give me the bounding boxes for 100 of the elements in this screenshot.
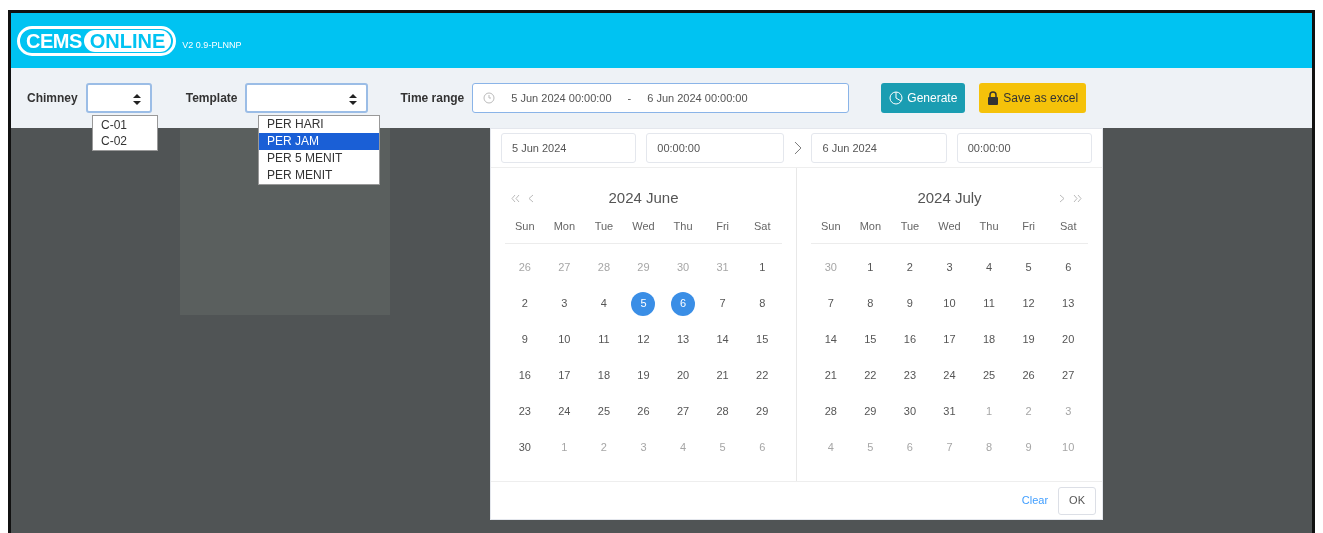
weekday-label: Thu [978,219,1000,234]
version-label: V2 0.9-PLNNP [182,38,242,52]
calendar-day[interactable]: 12 [1016,291,1041,316]
calendar-day[interactable]: 24 [552,399,577,424]
month-title: 2024 June [608,187,679,208]
calendar-day[interactable]: 14 [710,327,735,352]
calendar-day[interactable]: 9 [512,327,537,352]
dropdown-option[interactable]: PER HARI [259,116,379,133]
calendar-day[interactable]: 5 [1016,255,1041,280]
calendar-day[interactable]: 14 [818,327,843,352]
calendar-day[interactable]: 20 [671,363,696,388]
dropdown-option[interactable]: PER 5 MENIT [259,150,379,167]
calendar-day[interactable]: 17 [937,327,962,352]
calendar-day[interactable]: 10 [937,291,962,316]
calendar-day[interactable]: 23 [897,363,922,388]
weekday-label: Sun [820,219,842,234]
calendar-day[interactable]: 21 [710,363,735,388]
calendar-day[interactable]: 7 [818,291,843,316]
calendar-day[interactable]: 30 [897,399,922,424]
calendar-day[interactable]: 25 [591,399,616,424]
calendar-day[interactable]: 3 [552,291,577,316]
calendar-day[interactable]: 19 [631,363,656,388]
weekday-label: Tue [593,219,615,234]
template-select[interactable] [245,83,369,113]
month-title: 2024 July [917,187,982,208]
calendar-day[interactable]: 11 [591,327,616,352]
sort-caret-icon [349,94,358,105]
calendar-day[interactable]: 27 [1056,363,1081,388]
calendar-day[interactable]: 27 [671,399,696,424]
calendar-day[interactable]: 8 [750,291,775,316]
calendar-day[interactable]: 2 [897,255,922,280]
calendar-day[interactable]: 7 [710,291,735,316]
dropdown-option[interactable]: PER MENIT [259,167,379,184]
weekday-label: Fri [1021,219,1037,234]
weekday-label: Sun [514,219,536,234]
calendar-day[interactable]: 15 [858,327,883,352]
calendar-day[interactable]: 11 [977,291,1002,316]
calendar-day[interactable]: 9 [897,291,922,316]
calendar-day[interactable]: 1 [858,255,883,280]
range-end: 6 Jun 2024 00:00:00 [647,90,748,106]
logo: CEMS ONLINE [17,25,177,56]
calendar-day[interactable]: 19 [1016,327,1041,352]
end-time-field[interactable]: 00:00:00 [956,133,1092,163]
calendar-day[interactable]: 3 [937,255,962,280]
calendar-day[interactable]: 12 [631,327,656,352]
end-date-field[interactable]: 6 Jun 2024 [811,133,947,163]
calendar-day[interactable]: 2 [512,291,537,316]
calendar-day[interactable]: 31 [937,399,962,424]
dropdown-option[interactable]: PER JAM [259,133,379,150]
template-label: Template [185,90,238,107]
double-left-chevron-icon[interactable] [511,193,520,203]
calendar-day[interactable]: 20 [1056,327,1081,352]
weekday-label: Mon [858,219,883,234]
calendar-day[interactable]: 13 [1056,291,1081,316]
start-date-field[interactable]: 5 Jun 2024 [501,133,637,163]
calendar-day[interactable]: 16 [512,363,537,388]
chimney-label: Chimney [27,90,78,107]
save-excel-button[interactable]: Save as excel [979,83,1087,113]
time-range-field[interactable]: 5 Jun 2024 00:00:00 - 6 Jun 2024 00:00:00 [472,83,850,113]
calendar-day[interactable]: 25 [977,363,1002,388]
calendar-day[interactable]: 4 [591,291,616,316]
calendar-day[interactable]: 26 [1016,363,1041,388]
weekday-label: Thu [672,219,694,234]
left-chevron-icon[interactable] [528,193,534,203]
calendar-day[interactable]: 16 [897,327,922,352]
calendar-day[interactable]: 26 [631,399,656,424]
calendar-day[interactable]: 1 [750,255,775,280]
clock-icon [483,92,496,104]
ok-button[interactable]: OK [1058,486,1096,515]
calendar-day[interactable]: 18 [591,363,616,388]
range-separator: - [627,90,632,106]
dropdown-option[interactable]: C-01 [93,117,157,133]
double-right-chevron-icon[interactable] [1073,193,1082,203]
calendar-day[interactable]: 6 [1056,255,1081,280]
weekday-label: Wed [631,219,656,234]
calendar-day[interactable]: 15 [750,327,775,352]
right-chevron-icon[interactable] [1059,193,1065,203]
calendar-day[interactable]: 4 [977,255,1002,280]
calendar-day[interactable]: 24 [937,363,962,388]
start-time-field[interactable]: 00:00:00 [646,133,784,163]
calendar-day[interactable]: 22 [858,363,883,388]
calendar-day[interactable]: 8 [858,291,883,316]
weekday-label: Sat [752,219,772,234]
calendar-day[interactable]: 18 [977,327,1002,352]
calendar-day[interactable]: 28 [710,399,735,424]
calendar-day[interactable]: 13 [671,327,696,352]
weekday-label: Wed [937,219,962,234]
calendar-day[interactable]: 23 [512,399,537,424]
range-start: 5 Jun 2024 00:00:00 [511,90,612,106]
calendar-day[interactable]: 28 [818,399,843,424]
calendar-day[interactable]: 10 [552,327,577,352]
calendar-day[interactable]: 17 [552,363,577,388]
calendar-day[interactable]: 30 [512,435,537,460]
weekday-label: Sat [1058,219,1078,234]
calendar-day[interactable]: 29 [750,399,775,424]
chimney-select[interactable] [85,83,152,113]
calendar-day[interactable]: 29 [858,399,883,424]
dropdown-option[interactable]: C-02 [93,133,157,149]
calendar-day[interactable]: 22 [750,363,775,388]
calendar-day[interactable]: 21 [818,363,843,388]
